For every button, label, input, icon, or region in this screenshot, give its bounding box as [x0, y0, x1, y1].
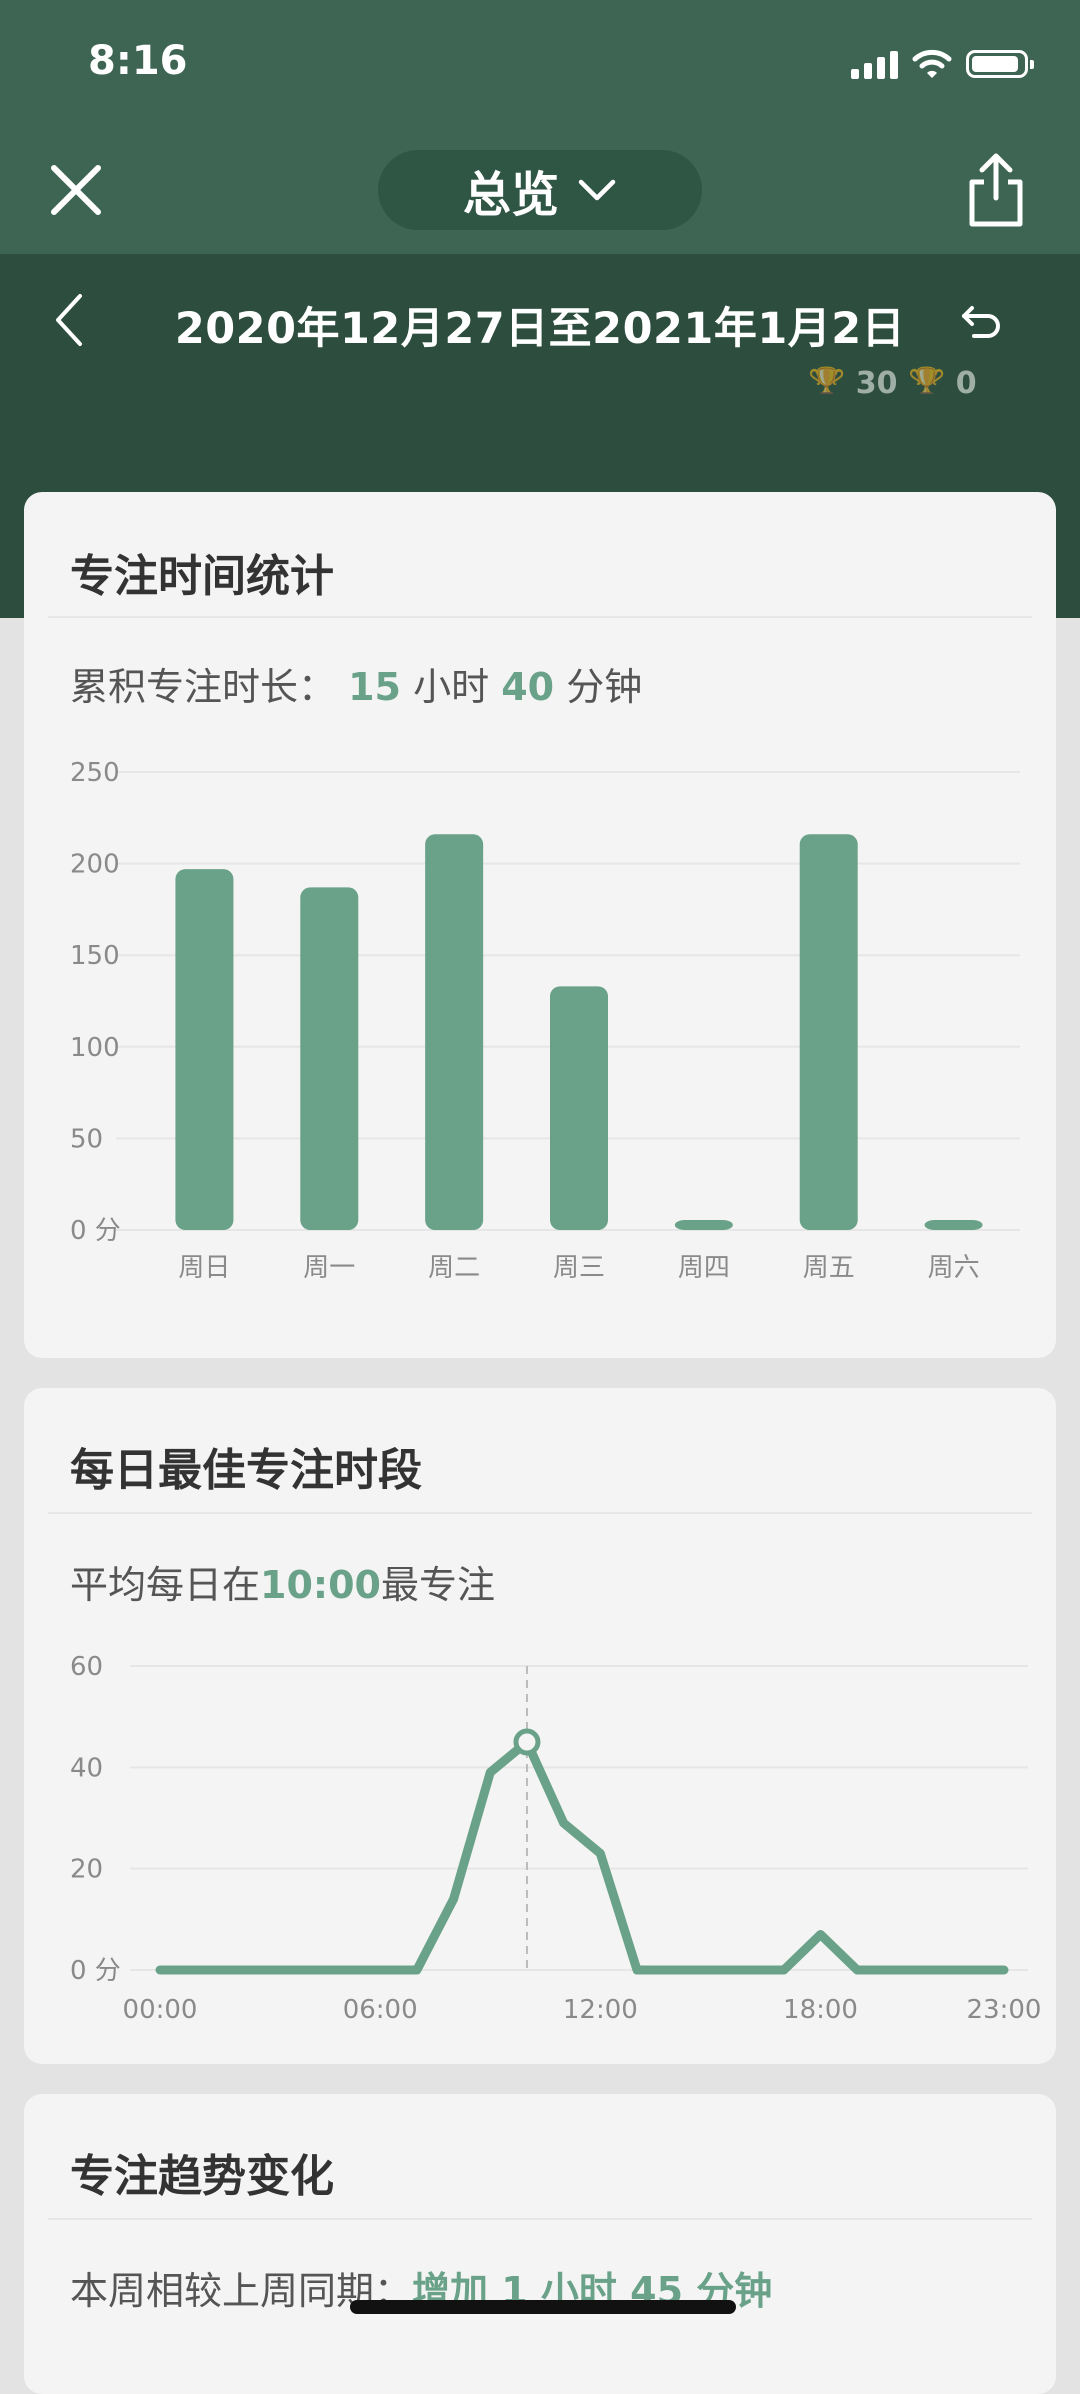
- y-tick-label: 100: [70, 1033, 120, 1063]
- battery-icon: [966, 50, 1028, 78]
- divider: [48, 1512, 1032, 1514]
- x-tick-label: 周五: [803, 1253, 855, 1283]
- x-tick-label: 00:00: [123, 1995, 198, 2025]
- summary-label: 累积专注时长：: [70, 665, 336, 709]
- bar: [800, 834, 858, 1230]
- return-icon[interactable]: [958, 298, 1006, 346]
- x-tick-label: 06:00: [343, 1995, 418, 2025]
- card-title: 每日最佳专注时段: [70, 1434, 422, 1498]
- x-tick-label: 周四: [678, 1253, 730, 1283]
- share-icon[interactable]: [964, 150, 1028, 230]
- bar: [925, 1220, 983, 1230]
- divider: [48, 2218, 1032, 2220]
- bar: [175, 869, 233, 1230]
- y-tick-label: 150: [70, 941, 120, 971]
- y-tick-label: 0 分: [70, 1956, 121, 1986]
- hours-value: 15: [348, 665, 401, 709]
- peak-point-marker: [516, 1731, 538, 1753]
- status-time: 8:16: [88, 38, 188, 84]
- wifi-icon: [912, 48, 952, 80]
- bar: [675, 1220, 733, 1230]
- daily-focus-bar-chart: 0 分 50 100 150 200 250 周日 周一 周二 周三 周四 周五 周六: [24, 752, 1056, 1312]
- x-tick-label: 周日: [178, 1253, 230, 1283]
- hours-unit: 小时: [413, 665, 489, 709]
- divider: [48, 616, 1032, 618]
- x-tick-label: 周二: [428, 1253, 480, 1283]
- status-icons: [851, 46, 1028, 82]
- y-tick-label: 50: [70, 1124, 103, 1154]
- x-tick-label: 23:00: [967, 1995, 1042, 2025]
- trophy-counts: 🏆 30 🏆 0: [808, 366, 977, 394]
- best-time-value: 10:00: [260, 1563, 381, 1607]
- chevron-down-icon: [577, 178, 617, 202]
- x-tick-label: 18:00: [783, 1995, 858, 2025]
- summary-suffix: 最专注: [381, 1563, 495, 1607]
- y-tick-label: 60: [70, 1652, 103, 1682]
- minutes-unit: 分钟: [566, 665, 642, 709]
- close-icon[interactable]: [44, 158, 108, 222]
- bar: [550, 986, 608, 1230]
- signal-icon: [851, 49, 898, 79]
- y-tick-label: 20: [70, 1855, 103, 1885]
- view-selector[interactable]: 总览: [378, 150, 702, 230]
- summary-label: 平均每日在: [70, 1563, 260, 1607]
- bar: [425, 834, 483, 1230]
- x-tick-label: 周一: [303, 1253, 355, 1283]
- total-focus-summary: 累积专注时长： 15 小时 40 分钟: [70, 656, 642, 711]
- y-tick-label: 40: [70, 1753, 103, 1783]
- x-tick-label: 12:00: [563, 1995, 638, 2025]
- focus-stats-card: 专注时间统计 累积专注时长： 15 小时 40 分钟 0 分 50 100 150 20…: [24, 492, 1056, 1358]
- x-tick-label: 周三: [553, 1253, 605, 1283]
- best-time-card: 每日最佳专注时段 平均每日在10:00最专注 0 分 20 40 60 00:00 06:…: [24, 1388, 1056, 2064]
- date-range-label: 2020年12月27日至2021年1月2日: [0, 294, 1080, 356]
- view-selector-label: 总览: [463, 155, 559, 225]
- card-title: 专注时间统计: [70, 540, 334, 604]
- y-tick-label: 250: [70, 758, 120, 788]
- series-line: [160, 1742, 1004, 1970]
- card-title: 专注趋势变化: [70, 2140, 334, 2204]
- bar: [300, 887, 358, 1230]
- home-indicator: [350, 2300, 736, 2314]
- hourly-focus-line-chart: 0 分 20 40 60 00:00 06:00 12:00 18:00 23:00: [24, 1644, 1056, 2064]
- date-range-bar: 2020年12月27日至2021年1月2日: [0, 290, 1080, 354]
- y-tick-label: 0 分: [70, 1216, 121, 1246]
- minutes-value: 40: [501, 665, 554, 709]
- trend-card: 专注趋势变化 本周相较上周同期：增加 1 小时 45 分钟: [24, 2094, 1056, 2394]
- best-time-summary: 平均每日在10:00最专注: [70, 1554, 495, 1609]
- y-tick-label: 200: [70, 850, 120, 880]
- x-tick-label: 周六: [928, 1253, 980, 1283]
